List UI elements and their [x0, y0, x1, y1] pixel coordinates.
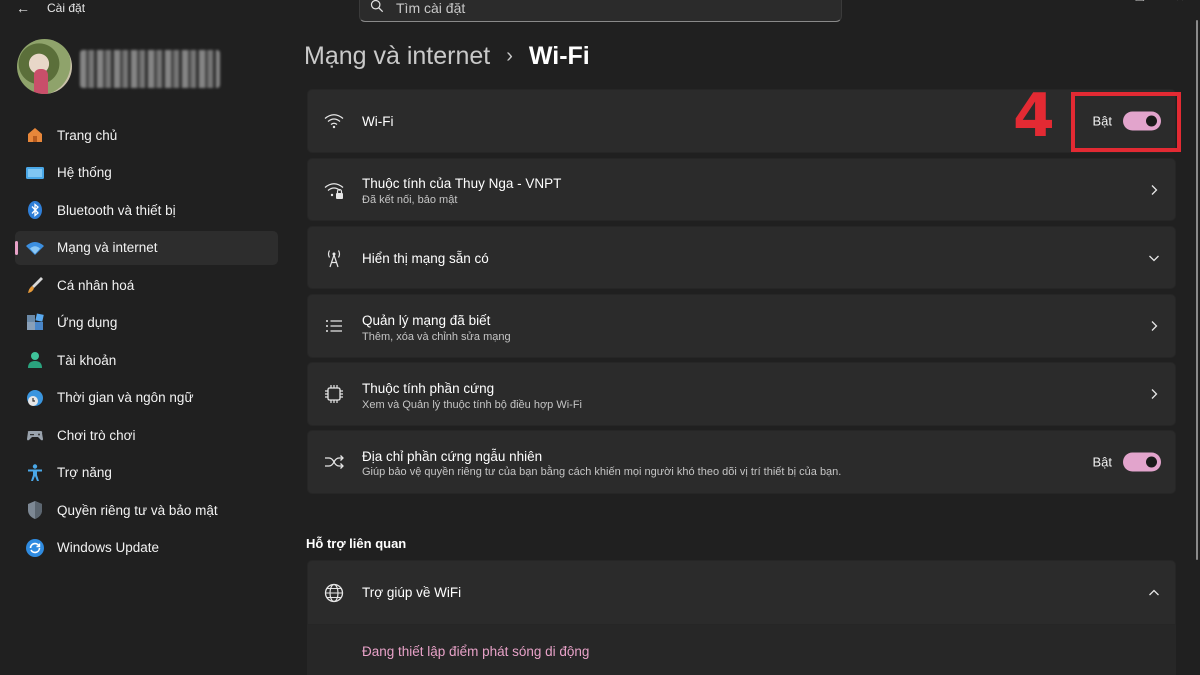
help-title: Trợ giúp về WiFi [362, 585, 462, 600]
sidebar-item-label: Windows Update [57, 540, 160, 555]
sidebar-item-gaming[interactable]: Chơi trò chơi [15, 418, 278, 452]
sidebar-item-label: Trợ năng [57, 465, 112, 480]
random-mac-title: Địa chỉ phần cứng ngẫu nhiên [362, 449, 543, 464]
chip-icon [323, 383, 345, 405]
sidebar-item-label: Thời gian và ngôn ngữ [57, 390, 194, 405]
breadcrumb: Mạng và internet › Wi-Fi [304, 38, 590, 74]
wifi-lock-icon [323, 179, 345, 201]
sidebar: Trang chủ Hệ thống Bluetooth và thiết bị… [15, 118, 278, 568]
home-icon [25, 125, 45, 145]
wifi-help-expanded: Đang thiết lập điểm phát sóng di động [307, 625, 1176, 675]
hardware-subtitle: Xem và Quản lý thuộc tính bộ điều hợp Wi… [362, 399, 582, 411]
random-mac-subtitle: Giúp bảo vệ quyền riêng tư của bạn bằng … [362, 466, 842, 478]
window-controls: ─ ❐ ✕ [1080, 0, 1200, 6]
toggle-state-label: Bật [1092, 454, 1112, 470]
hardware-properties-card[interactable]: Thuộc tính phần cứng Xem và Quản lý thuộ… [307, 362, 1176, 426]
highlight-box-annotation [1071, 92, 1181, 152]
brush-icon [25, 275, 45, 295]
list-icon [323, 315, 345, 337]
related-support-heading: Hỗ trợ liên quan [306, 536, 407, 551]
update-icon [25, 538, 45, 558]
manage-subtitle: Thêm, xóa và chỉnh sửa mạng [362, 331, 511, 343]
accessibility-icon [25, 463, 45, 483]
sidebar-item-time-language[interactable]: Thời gian và ngôn ngữ [15, 381, 278, 415]
properties-title: Thuộc tính của Thuy Nga - VNPT [362, 176, 562, 191]
hardware-title: Thuộc tính phần cứng [362, 381, 495, 396]
app-title: Cài đặt [47, 1, 86, 15]
avatar[interactable] [17, 39, 72, 94]
sidebar-item-privacy[interactable]: Quyền riêng tư và bảo mật [15, 493, 278, 527]
apps-icon [25, 312, 45, 333]
sidebar-item-label: Mạng và internet [57, 240, 158, 255]
sidebar-item-label: Cá nhân hoá [57, 277, 135, 293]
manage-title: Quản lý mạng đã biết [362, 313, 491, 328]
sidebar-item-label: Hệ thống [57, 165, 112, 180]
chevron-down-icon [1147, 251, 1161, 265]
bluetooth-icon [25, 200, 45, 220]
random-hardware-address-card: Địa chỉ phần cứng ngẫu nhiên Giúp bảo vệ… [307, 430, 1176, 494]
minimize-icon[interactable]: ─ [1080, 0, 1120, 6]
sidebar-item-apps[interactable]: Ứng dụng [15, 306, 278, 340]
system-icon [25, 163, 45, 183]
search-box[interactable] [359, 0, 842, 22]
globe-icon [323, 582, 345, 604]
wifi-title: Wi-Fi [362, 114, 394, 129]
sidebar-item-accounts[interactable]: Tài khoản [15, 343, 278, 377]
search-input[interactable] [396, 0, 816, 16]
sidebar-item-label: Bluetooth và thiết bị [57, 202, 176, 218]
scrollbar[interactable] [1196, 20, 1198, 560]
network-properties-card[interactable]: Thuộc tính của Thuy Nga - VNPT Đã kết nố… [307, 158, 1176, 221]
chevron-right-icon: › [506, 44, 513, 67]
sidebar-item-bluetooth[interactable]: Bluetooth và thiết bị [15, 193, 278, 227]
toggle-switch[interactable] [1123, 452, 1161, 472]
chevron-up-icon [1147, 586, 1161, 600]
page-title: Wi-Fi [528, 41, 590, 70]
available-title: Hiển thị mạng sẵn có [362, 251, 489, 266]
sidebar-item-home[interactable]: Trang chủ [15, 118, 278, 152]
chevron-right-icon [1147, 319, 1161, 333]
sidebar-item-accessibility[interactable]: Trợ năng [15, 456, 278, 490]
sidebar-item-windows-update[interactable]: Windows Update [15, 531, 278, 565]
sidebar-item-label: Ứng dụng [57, 315, 118, 330]
search-icon [370, 0, 384, 18]
sidebar-item-label: Chơi trò chơi [57, 427, 136, 443]
sidebar-item-label: Quyền riêng tư và bảo mật [57, 502, 218, 518]
profile-name-blurred [80, 50, 220, 88]
antenna-icon [323, 247, 345, 269]
random-mac-toggle[interactable]: Bật [1092, 452, 1161, 472]
wifi-help-card[interactable]: Trợ giúp về WiFi [307, 560, 1176, 625]
breadcrumb-parent-link[interactable]: Mạng và internet [304, 42, 490, 71]
properties-subtitle: Đã kết nối, bảo mật [362, 194, 458, 206]
step-number-annotation: 4 [1013, 81, 1055, 151]
wifi-icon [25, 238, 45, 258]
sidebar-item-system[interactable]: Hệ thống [15, 156, 278, 190]
gamepad-icon [25, 425, 45, 445]
maximize-icon[interactable]: ❐ [1120, 0, 1160, 6]
chevron-right-icon [1147, 183, 1161, 197]
close-icon[interactable]: ✕ [1160, 0, 1200, 6]
shuffle-icon [323, 451, 345, 473]
manage-known-networks-card[interactable]: Quản lý mạng đã biết Thêm, xóa và chỉnh … [307, 294, 1176, 358]
help-link[interactable]: Đang thiết lập điểm phát sóng di động [362, 644, 589, 659]
globe-clock-icon [25, 388, 45, 408]
shield-icon [25, 500, 45, 520]
sidebar-item-personalization[interactable]: Cá nhân hoá [15, 268, 278, 302]
sidebar-item-label: Tài khoản [57, 352, 117, 368]
back-arrow-icon[interactable]: ← [12, 0, 34, 18]
sidebar-item-label: Trang chủ [57, 127, 118, 143]
available-networks-card[interactable]: Hiển thị mạng sẵn có [307, 226, 1176, 289]
wifi-icon [323, 110, 345, 132]
sidebar-item-network[interactable]: Mạng và internet [15, 230, 278, 265]
chevron-right-icon [1147, 387, 1161, 401]
account-icon [25, 350, 45, 370]
